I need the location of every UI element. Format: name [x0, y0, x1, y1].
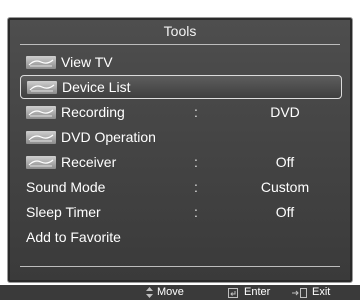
menu-item-label: Device List: [62, 79, 131, 95]
menu-item-dvd-operation[interactable]: DVD Operation: [20, 125, 342, 149]
bottom-divider: [20, 266, 340, 267]
help-exit: Exit: [292, 285, 330, 300]
help-move: Move: [146, 285, 184, 300]
anynet-logo-icon: [26, 55, 56, 69]
menu-item-device-list[interactable]: Device List: [20, 75, 342, 99]
exit-icon: [292, 287, 308, 298]
menu-item-label: Recording: [61, 104, 125, 120]
help-move-label: Move: [157, 286, 184, 298]
help-enter: Enter: [228, 285, 270, 300]
menu-item-value: DVD: [270, 104, 300, 120]
anynet-logo-icon: [26, 130, 56, 144]
menu-item-label: DVD Operation: [61, 129, 156, 145]
enter-icon: [228, 287, 240, 298]
menu-item-label: Receiver: [61, 154, 117, 170]
help-bar: Move Enter Exit: [0, 285, 360, 300]
item-separator: :: [194, 154, 198, 170]
menu-item-label: Sound Mode: [26, 179, 106, 195]
menu-item-label: View TV: [61, 54, 113, 70]
menu-item-value: Off: [275, 154, 295, 170]
menu-item-add-to-favorite[interactable]: Add to Favorite: [20, 225, 342, 249]
updown-arrow-icon: [146, 287, 153, 298]
menu-item-receiver[interactable]: Receiver : Off: [20, 150, 342, 174]
menu-item-value: Custom: [260, 179, 310, 195]
help-enter-label: Enter: [244, 286, 271, 298]
help-exit-label: Exit: [312, 286, 331, 298]
tools-menu-list: View TV Device List Recording : DVD DVD …: [20, 50, 342, 250]
tools-menu-panel: Tools View TV Device List Recording : DV…: [7, 17, 353, 283]
anynet-logo-icon: [26, 155, 56, 169]
menu-item-recording[interactable]: Recording : DVD: [20, 100, 342, 124]
item-separator: :: [194, 204, 198, 220]
anynet-logo-icon: [27, 80, 57, 94]
menu-item-value: Off: [275, 204, 295, 220]
title-divider: [20, 44, 340, 45]
menu-item-sound-mode[interactable]: Sound Mode : Custom: [20, 175, 342, 199]
menu-item-view-tv[interactable]: View TV: [20, 50, 342, 74]
item-separator: :: [194, 104, 198, 120]
menu-item-sleep-timer[interactable]: Sleep Timer : Off: [20, 200, 342, 224]
menu-item-label: Sleep Timer: [26, 204, 101, 220]
menu-item-label: Add to Favorite: [26, 229, 121, 245]
item-separator: :: [194, 179, 198, 195]
anynet-logo-icon: [26, 105, 56, 119]
menu-title: Tools: [163, 23, 197, 39]
